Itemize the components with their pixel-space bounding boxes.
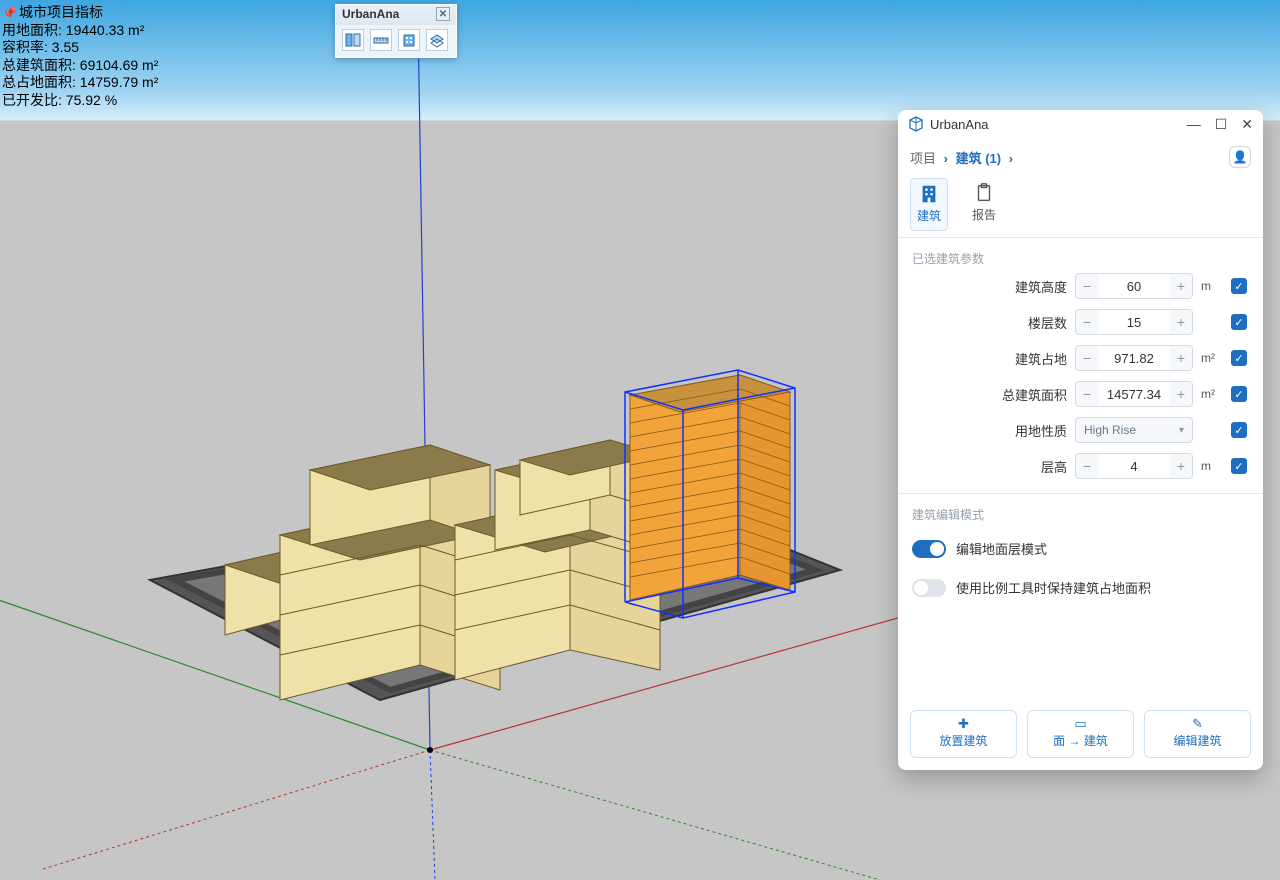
window-maximize-icon[interactable]: ☐ (1215, 117, 1228, 131)
section-params-title: 已选建筑参数 (898, 238, 1263, 273)
decrement-button[interactable]: − (1076, 454, 1098, 478)
label-footprint: 建筑占地 (912, 349, 1067, 368)
tool-layer-icon[interactable] (426, 29, 448, 51)
hud-row: 容积率: 3.55 (2, 39, 158, 57)
place-building-label: 放置建筑 (939, 732, 987, 749)
tab-building-label: 建筑 (917, 207, 941, 224)
decrement-button[interactable]: − (1076, 310, 1098, 334)
window-minimize-icon[interactable]: — (1187, 117, 1201, 131)
app-logo-icon (908, 116, 924, 132)
switch-edit-ground[interactable] (912, 540, 946, 558)
lock-checkbox[interactable]: ✓ (1231, 458, 1247, 474)
label-floor-height: 层高 (912, 457, 1067, 476)
unit-m: m (1201, 459, 1223, 473)
unit-m: m (1201, 279, 1223, 293)
mini-toolbar-close-icon[interactable]: ✕ (436, 7, 450, 21)
tool-split-icon[interactable] (342, 29, 364, 51)
increment-button[interactable]: + (1170, 454, 1192, 478)
face-to-building-label: 面 → 建筑 (1053, 732, 1108, 749)
edit-building-button[interactable]: ✎ 编辑建筑 (1144, 710, 1251, 758)
dropdown-landuse[interactable]: High Rise ▾ (1075, 417, 1193, 443)
section-edit-title: 建筑编辑模式 (898, 494, 1263, 529)
hud-overlay: 📌城市项目指标 用地面积: 19440.33 m² 容积率: 3.55 总建筑面… (2, 4, 158, 109)
chevron-right-icon: › (944, 151, 948, 166)
properties-panel: UrbanAna — ☐ ✕ 项目 › 建筑 (1) › 👤 建筑 (898, 110, 1263, 770)
breadcrumb-root[interactable]: 项目 (910, 151, 936, 166)
lock-checkbox[interactable]: ✓ (1231, 386, 1247, 402)
switch-keep-footprint[interactable] (912, 579, 946, 597)
tab-report-label: 报告 (972, 206, 996, 223)
pin-icon: 📌 (2, 6, 17, 20)
lowrise-blocks (225, 440, 660, 700)
unit-m2: m² (1201, 351, 1223, 365)
label-floors: 楼层数 (912, 313, 1067, 332)
plus-icon: ✚ (958, 717, 969, 730)
hud-title: 城市项目指标 (19, 4, 103, 20)
tab-building[interactable]: 建筑 (910, 178, 948, 231)
decrement-button[interactable]: − (1076, 346, 1098, 370)
stepper-gfa[interactable]: − 14577.34 + (1075, 381, 1193, 407)
mini-toolbar-title: UrbanAna (342, 7, 399, 21)
decrement-button[interactable]: − (1076, 274, 1098, 298)
place-building-button[interactable]: ✚ 放置建筑 (910, 710, 1017, 758)
stepper-floors[interactable]: − 15 + (1075, 309, 1193, 335)
hud-row: 总占地面积: 14759.79 m² (2, 74, 158, 92)
hud-row: 已开发比: 75.92 % (2, 92, 158, 110)
face-icon: ▭ (1074, 717, 1086, 730)
site-base (150, 490, 840, 700)
increment-button[interactable]: + (1170, 346, 1192, 370)
chevron-down-icon: ▾ (1179, 425, 1184, 436)
stepper-building-height[interactable]: − 60 + (1075, 273, 1193, 299)
switch-keep-footprint-label: 使用比例工具时保持建筑占地面积 (956, 578, 1151, 597)
increment-button[interactable]: + (1170, 274, 1192, 298)
lock-checkbox[interactable]: ✓ (1231, 314, 1247, 330)
breadcrumb[interactable]: 项目 › 建筑 (1) › (910, 148, 1017, 167)
hud-row: 用地面积: 19440.33 m² (2, 22, 158, 40)
decrement-button[interactable]: − (1076, 382, 1098, 406)
tool-building-icon[interactable] (398, 29, 420, 51)
breadcrumb-active[interactable]: 建筑 (1) (956, 151, 1002, 166)
value-gfa[interactable]: 14577.34 (1098, 382, 1170, 406)
window-close-icon[interactable]: ✕ (1241, 117, 1253, 131)
tool-ruler-icon[interactable] (370, 29, 392, 51)
building-icon (918, 183, 940, 205)
panel-titlebar[interactable]: UrbanAna — ☐ ✕ (898, 110, 1263, 138)
panel-app-name: UrbanAna (930, 117, 989, 132)
mini-toolbar[interactable]: UrbanAna ✕ (335, 4, 457, 58)
label-gfa: 总建筑面积 (912, 385, 1067, 404)
lock-checkbox[interactable]: ✓ (1231, 422, 1247, 438)
switch-edit-ground-label: 编辑地面层模式 (956, 539, 1047, 558)
edit-icon: ✎ (1192, 717, 1203, 730)
increment-button[interactable]: + (1170, 310, 1192, 334)
stepper-floor-height[interactable]: − 4 + (1075, 453, 1193, 479)
value-building-height[interactable]: 60 (1098, 274, 1170, 298)
unit-m2: m² (1201, 387, 1223, 401)
selected-highrise (625, 370, 795, 618)
tab-report[interactable]: 报告 (966, 178, 1002, 231)
edit-building-label: 编辑建筑 (1173, 732, 1221, 749)
lock-checkbox[interactable]: ✓ (1231, 350, 1247, 366)
dropdown-landuse-value: High Rise (1084, 423, 1136, 437)
value-footprint[interactable]: 971.82 (1098, 346, 1170, 370)
chevron-right-icon: › (1009, 151, 1013, 166)
increment-button[interactable]: + (1170, 382, 1192, 406)
user-icon[interactable]: 👤 (1229, 146, 1251, 168)
value-floor-height[interactable]: 4 (1098, 454, 1170, 478)
viewport-3d[interactable]: 📌城市项目指标 用地面积: 19440.33 m² 容积率: 3.55 总建筑面… (0, 0, 1280, 880)
lock-checkbox[interactable]: ✓ (1231, 278, 1247, 294)
value-floors[interactable]: 15 (1098, 310, 1170, 334)
clipboard-icon (973, 182, 995, 204)
stepper-footprint[interactable]: − 971.82 + (1075, 345, 1193, 371)
label-landuse: 用地性质 (912, 421, 1067, 440)
label-building-height: 建筑高度 (912, 277, 1067, 296)
face-to-building-button[interactable]: ▭ 面 → 建筑 (1027, 710, 1134, 758)
hud-row: 总建筑面积: 69104.69 m² (2, 57, 158, 75)
